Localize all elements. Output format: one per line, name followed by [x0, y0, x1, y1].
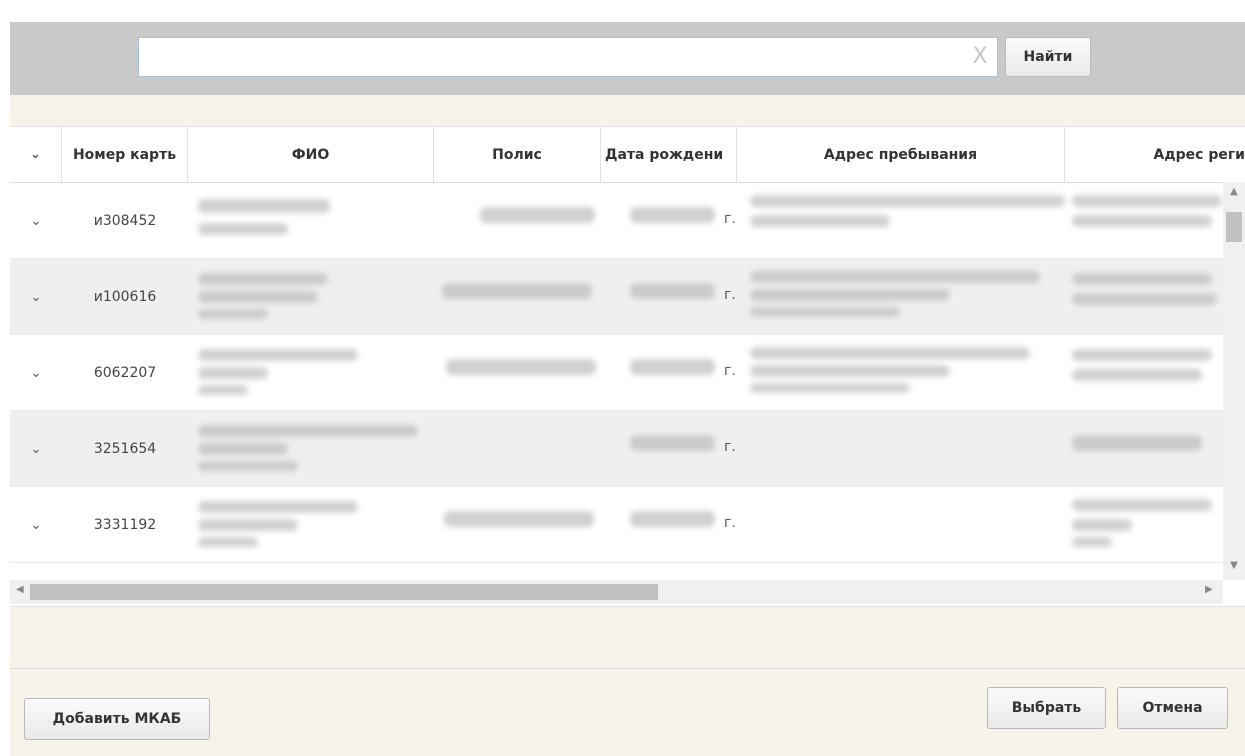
redacted-birth-date [630, 283, 715, 299]
redacted-address [1072, 519, 1132, 531]
redacted-address [750, 215, 890, 227]
chevron-down-icon: ⌄ [30, 147, 41, 162]
column-header-registration-address[interactable]: Адрес реги [1065, 127, 1245, 182]
table-row[interactable]: ⌄ 6062207 г. [10, 335, 1223, 411]
column-header-card-number[interactable]: Номер карть [62, 127, 188, 182]
chevron-down-icon[interactable]: ⌄ [31, 290, 42, 305]
redacted-name [198, 519, 298, 531]
redacted-name [198, 385, 248, 395]
redacted-policy [446, 359, 596, 375]
redacted-address [750, 195, 1065, 207]
redacted-policy [444, 511, 594, 527]
chevron-down-icon[interactable]: ⌄ [31, 366, 42, 381]
table-row[interactable]: ⌄ и308452 г. [10, 183, 1223, 259]
redacted-birth-date [630, 435, 715, 451]
column-header-policy[interactable]: Полис [434, 127, 601, 182]
redacted-address [1072, 369, 1202, 381]
redacted-name [198, 425, 418, 437]
add-mkab-button[interactable]: Добавить МКАБ [24, 698, 210, 740]
redacted-address [750, 383, 910, 393]
redacted-name [198, 461, 298, 471]
year-suffix: г. [724, 439, 736, 455]
column-header-birth-date[interactable]: Дата рождени [601, 127, 737, 182]
year-suffix: г. [724, 287, 736, 303]
redacted-address [750, 289, 950, 301]
chevron-down-icon[interactable]: ⌄ [31, 518, 42, 533]
scroll-left-icon[interactable]: ◀ [16, 584, 24, 595]
redacted-address [1072, 195, 1222, 207]
chevron-down-icon[interactable]: ⌄ [31, 442, 42, 457]
table-row[interactable]: ⌄ 3331192 г. [10, 487, 1223, 563]
redacted-address [750, 347, 1030, 359]
patients-grid: ⌄ Номер карть ФИО Полис Дата рождени Адр… [10, 126, 1245, 607]
column-header-stay-address[interactable]: Адрес пребывания [737, 127, 1065, 182]
redacted-address [1072, 293, 1217, 305]
card-number-cell: 3251654 [93, 441, 157, 457]
table-row[interactable]: ⌄ 3251654 г. [10, 411, 1223, 487]
redacted-name [198, 291, 318, 303]
year-suffix: г. [724, 211, 736, 227]
year-suffix: г. [724, 515, 736, 531]
column-header-fio[interactable]: ФИО [188, 127, 434, 182]
cancel-button[interactable]: Отмена [1117, 687, 1228, 729]
footer-divider [10, 668, 1245, 669]
redacted-birth-date [630, 207, 715, 223]
redacted-name [198, 537, 258, 547]
card-number-cell: и308452 [93, 213, 157, 229]
chevron-down-icon[interactable]: ⌄ [31, 214, 42, 229]
redacted-address [1072, 349, 1212, 361]
redacted-address [1072, 273, 1212, 285]
redacted-address [1072, 537, 1112, 547]
redacted-address [750, 271, 1040, 283]
expand-all-header[interactable]: ⌄ [10, 127, 62, 182]
redacted-name [198, 223, 288, 235]
scroll-right-icon[interactable]: ▶ [1205, 584, 1213, 595]
redacted-policy [442, 283, 592, 299]
grid-header: ⌄ Номер карть ФИО Полис Дата рождени Адр… [10, 127, 1245, 183]
vertical-scroll-thumb[interactable] [1226, 212, 1242, 242]
search-input[interactable] [138, 37, 998, 77]
year-suffix: г. [724, 363, 736, 379]
redacted-name [198, 199, 330, 213]
redacted-name [198, 309, 268, 319]
clear-icon[interactable]: X [968, 45, 992, 69]
scroll-down-icon[interactable]: ▼ [1223, 560, 1245, 571]
redacted-name [198, 443, 288, 455]
redacted-name [198, 273, 328, 285]
card-number-cell: 3331192 [93, 517, 157, 533]
scroll-up-icon[interactable]: ▲ [1223, 186, 1245, 197]
redacted-address [750, 365, 950, 377]
select-button[interactable]: Выбрать [987, 687, 1106, 729]
redacted-name [198, 501, 358, 513]
redacted-address [1072, 435, 1202, 451]
redacted-birth-date [630, 511, 715, 527]
redacted-address [750, 307, 900, 317]
card-number-cell: 6062207 [93, 365, 157, 381]
horizontal-scrollbar[interactable]: ◀ ▶ [10, 580, 1223, 604]
table-row[interactable]: ⌄ и100616 г. [10, 259, 1223, 335]
search-dialog: X Найти ⌄ Номер карть ФИО Полис Дата рож… [10, 22, 1245, 756]
redacted-birth-date [630, 359, 715, 375]
redacted-policy [480, 207, 595, 223]
search-toolbar: X Найти [10, 22, 1245, 95]
vertical-scrollbar[interactable]: ▲ ▼ [1223, 182, 1245, 580]
horizontal-scroll-thumb[interactable] [30, 584, 658, 600]
redacted-address [1072, 499, 1212, 511]
find-button[interactable]: Найти [1005, 37, 1091, 77]
card-number-cell: и100616 [93, 289, 157, 305]
redacted-address [1072, 215, 1212, 227]
redacted-name [198, 349, 358, 361]
redacted-name [198, 367, 268, 379]
